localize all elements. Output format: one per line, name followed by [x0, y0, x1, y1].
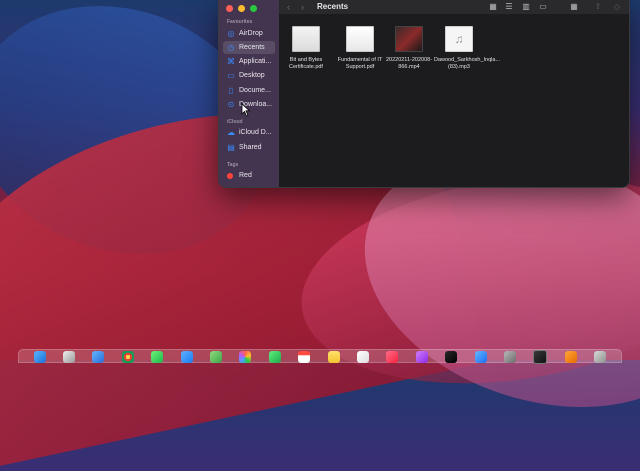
reminders-icon[interactable] — [356, 351, 369, 363]
file-item[interactable]: Fundamental of IT Support.pdf — [335, 26, 385, 71]
minimize-button[interactable] — [238, 5, 245, 12]
sidebar-item-desktop[interactable]: ▭ Desktop — [223, 69, 275, 82]
vlc-icon[interactable] — [564, 351, 577, 363]
list-view-icon[interactable]: ☰ — [504, 2, 514, 11]
applications-icon: ⌘ — [227, 56, 235, 66]
tags-header: Tags — [227, 162, 239, 168]
sidebar-item-label: iCloud D... — [239, 129, 272, 136]
safari-icon[interactable] — [92, 351, 105, 363]
sidebar-item-label: Recents — [239, 44, 265, 51]
system-preferences-icon[interactable] — [503, 351, 516, 363]
podcasts-icon[interactable] — [415, 351, 428, 363]
sidebar-item-airdrop[interactable]: ◎ AirDrop — [223, 27, 275, 40]
notes-icon[interactable] — [327, 351, 340, 363]
favourites-header: Favourites — [227, 19, 253, 25]
file-name: Fundamental of IT Support.pdf — [337, 57, 383, 70]
mail-icon[interactable] — [180, 351, 193, 363]
facetime-icon[interactable] — [268, 351, 281, 363]
window-controls — [226, 5, 257, 12]
music-icon[interactable] — [386, 351, 399, 363]
maps-icon[interactable] — [210, 351, 223, 363]
sidebar-item-label: Desktop — [239, 72, 265, 79]
file-name: 20220211-202008-866.mp4 — [385, 57, 433, 70]
tag-icon[interactable]: ◇ — [612, 2, 622, 11]
gallery-view-icon[interactable]: ▭ — [538, 2, 548, 11]
sidebar-item-icloud-drive[interactable]: ☁ iCloud D... — [223, 126, 275, 139]
share-icon[interactable]: ⇪ — [593, 2, 603, 11]
app-store-icon[interactable] — [474, 351, 487, 363]
chrome-icon[interactable] — [121, 351, 134, 363]
finder-toolbar: ‹ › Recents ▦ ☰ ▥ ▭ ▦ ⇪ ◇ ⊖ ⌕ — [279, 0, 629, 15]
sidebar-item-tag-red[interactable]: Red — [223, 169, 275, 182]
shared-folder-icon: ▤ — [227, 142, 235, 152]
sidebar-item-label: Docume... — [239, 87, 271, 94]
window-title: Recents — [317, 2, 349, 11]
pdf-icon — [346, 26, 374, 52]
sidebar-item-label: AirDrop — [239, 30, 263, 37]
close-button[interactable] — [226, 5, 233, 12]
file-name: Dawood_Sarkhosh_Inqla...(83).mp3 — [434, 57, 501, 70]
file-item[interactable]: Bit and Bytes Certificate.pdf — [281, 26, 331, 71]
forward-button[interactable]: › — [301, 2, 304, 12]
finder-window: Favourites ◎ AirDrop ◷ Recents ⌘ Applica… — [218, 0, 630, 188]
finder-sidebar: Favourites ◎ AirDrop ◷ Recents ⌘ Applica… — [219, 0, 280, 187]
calendar-icon[interactable] — [298, 351, 311, 363]
desktop-icon: ▭ — [227, 70, 235, 80]
sidebar-item-label: Red — [239, 172, 252, 179]
mouse-cursor-icon — [241, 103, 251, 117]
file-name: Bit and Bytes Certificate.pdf — [289, 57, 323, 70]
terminal-icon[interactable] — [533, 350, 548, 364]
download-icon: ⊙ — [227, 99, 235, 109]
group-icon[interactable]: ▦ — [569, 2, 579, 11]
file-grid: Bit and Bytes Certificate.pdf Fundamenta… — [279, 14, 629, 187]
video-icon — [395, 26, 423, 52]
sidebar-item-applications[interactable]: ⌘ Applicati... — [223, 55, 275, 68]
trash-icon[interactable] — [594, 351, 607, 363]
sidebar-item-label: Shared — [239, 144, 262, 151]
zoom-button[interactable] — [250, 5, 257, 12]
icon-view-icon[interactable]: ▦ — [488, 2, 498, 11]
finder-icon[interactable] — [33, 351, 46, 363]
tv-icon[interactable] — [445, 351, 458, 363]
clock-icon: ◷ — [227, 42, 235, 52]
back-button[interactable]: ‹ — [287, 2, 290, 12]
sidebar-item-documents[interactable]: ▯ Docume... — [223, 84, 275, 97]
sidebar-item-recents[interactable]: ◷ Recents — [223, 41, 275, 54]
red-tag-icon — [227, 172, 233, 179]
icloud-header: iCloud — [227, 119, 243, 125]
airdrop-icon: ◎ — [227, 28, 235, 38]
cloud-icon: ☁ — [227, 127, 235, 137]
file-item[interactable]: ♫ Dawood_Sarkhosh_Inqla...(83).mp3 — [434, 26, 501, 71]
file-item[interactable]: 20220211-202008-866.mp4 — [384, 26, 434, 71]
photos-icon[interactable] — [239, 351, 252, 363]
messages-icon[interactable] — [151, 351, 164, 363]
column-view-icon[interactable]: ▥ — [521, 2, 531, 11]
audio-icon: ♫ — [445, 26, 473, 52]
sidebar-item-label: Applicati... — [239, 58, 272, 65]
pdf-icon — [292, 26, 320, 52]
launchpad-icon[interactable] — [63, 351, 76, 363]
sidebar-item-shared[interactable]: ▤ Shared — [223, 141, 275, 154]
dock — [18, 349, 622, 364]
document-icon: ▯ — [228, 85, 234, 95]
